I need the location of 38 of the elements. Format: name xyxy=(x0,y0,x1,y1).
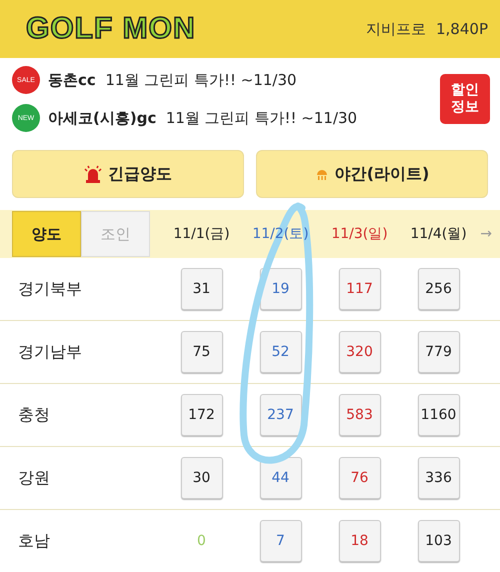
count-button[interactable]: 237 xyxy=(260,394,302,436)
region-name: 경기남부 xyxy=(18,342,83,362)
count-button[interactable]: 52 xyxy=(260,331,302,373)
region-name: 강원 xyxy=(18,468,51,488)
date-heading: 11/1(금) xyxy=(172,225,231,243)
date-heading: 11/2(토) xyxy=(251,225,310,243)
tab[interactable]: 양도 xyxy=(12,211,81,257)
count-button[interactable]: 75 xyxy=(180,331,222,373)
count-button[interactable]: 18 xyxy=(338,520,380,562)
region-name: 호남 xyxy=(18,530,51,552)
count-button[interactable]: 31 xyxy=(180,268,222,310)
count-button[interactable]: 1160 xyxy=(418,394,460,436)
lamp-icon xyxy=(314,167,329,181)
region-name: 경기북부 xyxy=(18,278,83,300)
count-button[interactable]: 336 xyxy=(418,457,460,499)
count-button[interactable]: 256 xyxy=(418,268,460,310)
count-button[interactable]: 103 xyxy=(418,520,460,562)
region-name: 충청 xyxy=(18,404,51,426)
count-button[interactable]: 7 xyxy=(260,520,302,562)
action-button[interactable]: 긴급양도 xyxy=(12,150,244,198)
user-name: 지비프로 xyxy=(366,20,426,38)
discount-info-button[interactable]: 할인 정보 xyxy=(440,74,490,124)
promo-link[interactable]: 동촌cc 11월 그린피 특가!! ~11/30 xyxy=(48,70,297,90)
points-balance: 1,840P xyxy=(436,20,488,38)
siren-icon xyxy=(84,165,102,183)
count-button[interactable]: 117 xyxy=(338,268,380,310)
promo-link[interactable]: 아세코(시흥)gc 11월 그린피 특가!! ~11/30 xyxy=(48,108,358,128)
count-button[interactable]: 779 xyxy=(418,331,460,373)
count-button[interactable]: 44 xyxy=(260,457,302,499)
count-text: 0 xyxy=(197,533,206,549)
count-button[interactable]: 583 xyxy=(338,394,380,436)
date-heading: 11/4(월) xyxy=(409,225,468,243)
count-button[interactable]: 172 xyxy=(180,394,222,436)
date-heading: 11/3(일) xyxy=(330,225,389,243)
action-button[interactable]: 야간(라이트) xyxy=(256,150,488,198)
count-button[interactable]: 76 xyxy=(338,457,380,499)
count-button[interactable]: 320 xyxy=(338,331,380,373)
count-button[interactable]: 30 xyxy=(180,457,222,499)
